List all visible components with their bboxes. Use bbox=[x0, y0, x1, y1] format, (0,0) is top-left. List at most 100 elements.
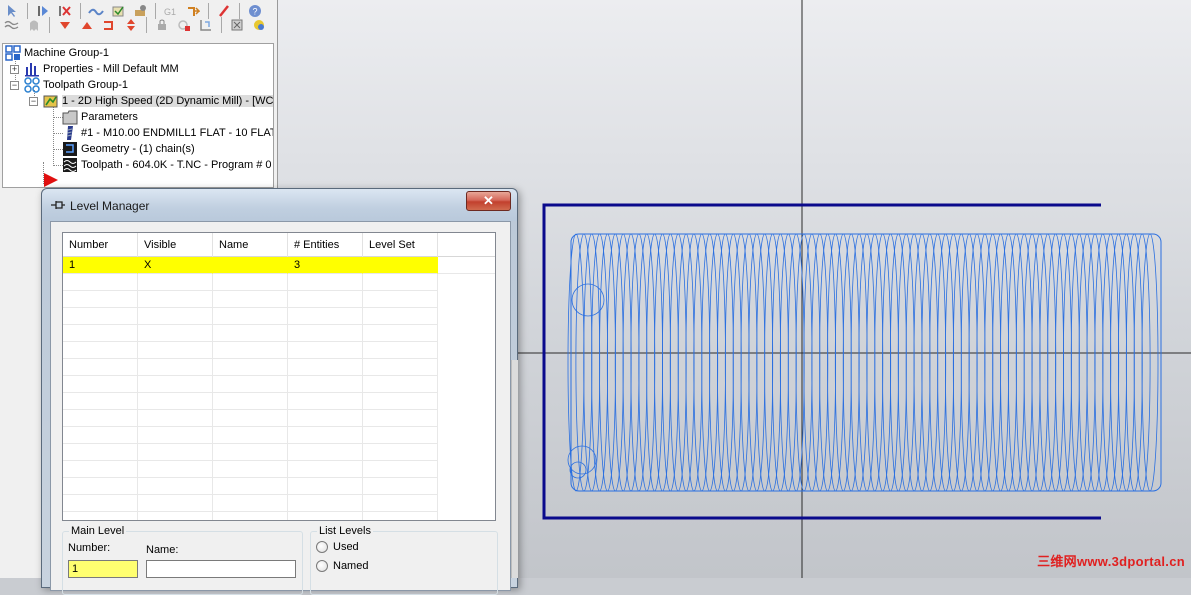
empty-row bbox=[63, 478, 495, 495]
empty-cell bbox=[288, 495, 363, 512]
empty-cell bbox=[63, 512, 138, 520]
tree-item-tool[interactable]: #1 - M10.00 ENDMILL1 FLAT - 10 FLAT bbox=[62, 125, 273, 141]
insert-icon[interactable] bbox=[99, 16, 119, 34]
properties-icon bbox=[25, 63, 39, 77]
expand-properties-toggle[interactable]: + bbox=[10, 65, 19, 74]
dialog-body: Number Visible Name # Entities Level Set… bbox=[50, 221, 511, 595]
tree-item-operation[interactable]: 1 - 2D High Speed (2D Dynamic Mill) - [W… bbox=[43, 93, 273, 109]
empty-cell bbox=[363, 512, 438, 520]
empty-row bbox=[63, 427, 495, 444]
empty-cell bbox=[213, 461, 288, 478]
post-icon[interactable] bbox=[196, 16, 216, 34]
empty-cell bbox=[363, 427, 438, 444]
move-down-icon[interactable] bbox=[55, 16, 75, 34]
pin-icon[interactable] bbox=[50, 199, 66, 211]
tree-item-geometry[interactable]: Geometry - (1) chain(s) bbox=[62, 141, 195, 157]
column-header-level-set[interactable]: Level Set bbox=[363, 233, 438, 257]
empty-cell bbox=[363, 359, 438, 376]
dialog-scrollbar[interactable] bbox=[511, 360, 518, 578]
column-header-number[interactable]: Number bbox=[63, 233, 138, 257]
toolbar-separator bbox=[49, 17, 50, 33]
lock-icon[interactable] bbox=[152, 16, 172, 34]
tree-item-properties[interactable]: Properties - Mill Default MM bbox=[24, 61, 179, 77]
wave-icon[interactable] bbox=[2, 16, 22, 34]
grid-header: Number Visible Name # Entities Level Set bbox=[63, 233, 495, 257]
column-header-name[interactable]: Name bbox=[213, 233, 288, 257]
tree-item-machine-group[interactable]: Machine Group-1 bbox=[5, 45, 109, 61]
radio-icon[interactable] bbox=[316, 541, 328, 553]
empty-cell bbox=[63, 291, 138, 308]
radio-label: Named bbox=[333, 560, 369, 572]
trochoidal-toolpath bbox=[567, 233, 1162, 492]
level-number-cell[interactable]: 1 bbox=[63, 257, 138, 274]
sim-icon[interactable] bbox=[227, 16, 247, 34]
level-entities-cell: 3 bbox=[288, 257, 363, 274]
empty-cell bbox=[213, 512, 288, 520]
tree-item-label: Toolpath Group-1 bbox=[43, 79, 128, 91]
regen-icon[interactable] bbox=[174, 16, 194, 34]
level-name-cell[interactable] bbox=[213, 257, 288, 274]
empty-cell bbox=[288, 410, 363, 427]
empty-cell bbox=[63, 478, 138, 495]
tree-item-label: Geometry - (1) chain(s) bbox=[81, 143, 195, 155]
column-header-visible[interactable]: Visible bbox=[138, 233, 213, 257]
empty-cell bbox=[138, 342, 213, 359]
insert-arrow-icon[interactable] bbox=[43, 173, 59, 187]
empty-cell bbox=[288, 376, 363, 393]
toolbar-separator bbox=[146, 17, 147, 33]
empty-cell bbox=[63, 359, 138, 376]
list-named-radio[interactable]: Named bbox=[316, 560, 368, 572]
up-down-icon[interactable] bbox=[121, 16, 141, 34]
tree-item-label: Toolpath - 604.0K - T.NC - Program # 0 bbox=[81, 159, 272, 171]
empty-cell bbox=[288, 512, 363, 520]
operation-icon bbox=[43, 95, 58, 108]
close-button[interactable]: ✕ bbox=[466, 191, 511, 211]
level-name-field[interactable] bbox=[146, 560, 296, 578]
empty-cell bbox=[138, 512, 213, 520]
empty-cell bbox=[363, 495, 438, 512]
operations-toolbar-row-2 bbox=[0, 14, 278, 36]
level-number-field[interactable]: 1 bbox=[68, 560, 138, 578]
column-header-entities[interactable]: # Entities bbox=[288, 233, 363, 257]
radio-icon[interactable] bbox=[316, 560, 328, 572]
watermark: 三维网www.3dportal.cn bbox=[1037, 554, 1185, 569]
empty-cell bbox=[363, 342, 438, 359]
collapse-operation-toggle[interactable]: − bbox=[29, 97, 38, 106]
empty-cell bbox=[138, 376, 213, 393]
parameters-icon bbox=[62, 110, 78, 125]
empty-cell bbox=[288, 444, 363, 461]
tree-item-parameters[interactable]: Parameters bbox=[62, 109, 138, 125]
table-row[interactable]: 1 X 3 bbox=[63, 257, 495, 274]
tree-item-toolpath-group[interactable]: Toolpath Group-1 bbox=[24, 77, 128, 93]
dialog-titlebar[interactable]: Level Manager ✕ bbox=[42, 189, 517, 221]
collapse-toolpath-group-toggle[interactable]: − bbox=[10, 81, 19, 90]
list-used-radio[interactable]: Used bbox=[316, 541, 359, 553]
empty-cell bbox=[363, 291, 438, 308]
empty-cell bbox=[213, 325, 288, 342]
grid-filler-cell bbox=[438, 257, 495, 274]
empty-row bbox=[63, 393, 495, 410]
empty-cell bbox=[213, 274, 288, 291]
empty-cell bbox=[363, 393, 438, 410]
move-up-icon[interactable] bbox=[77, 16, 97, 34]
level-set-cell[interactable] bbox=[363, 257, 438, 274]
ghost-icon[interactable] bbox=[24, 16, 44, 34]
tree-item-toolpath[interactable]: Toolpath - 604.0K - T.NC - Program # 0 bbox=[62, 157, 272, 173]
empty-row bbox=[63, 410, 495, 427]
empty-cell bbox=[213, 444, 288, 461]
empty-row bbox=[63, 461, 495, 478]
empty-cell bbox=[213, 410, 288, 427]
empty-cell bbox=[213, 308, 288, 325]
list-levels-legend: List Levels bbox=[319, 525, 371, 537]
toolpath-envelope bbox=[570, 233, 1162, 492]
empty-cell bbox=[138, 308, 213, 325]
levels-grid[interactable]: Number Visible Name # Entities Level Set… bbox=[62, 232, 496, 521]
endmill-icon bbox=[67, 126, 73, 140]
empty-cell bbox=[213, 291, 288, 308]
empty-row bbox=[63, 325, 495, 342]
operations-tree: + − − Machine Group-1 Properties - Mill … bbox=[2, 43, 274, 188]
empty-cell bbox=[288, 308, 363, 325]
verify-icon[interactable] bbox=[249, 16, 269, 34]
empty-cell bbox=[63, 495, 138, 512]
level-visible-cell[interactable]: X bbox=[138, 257, 213, 274]
